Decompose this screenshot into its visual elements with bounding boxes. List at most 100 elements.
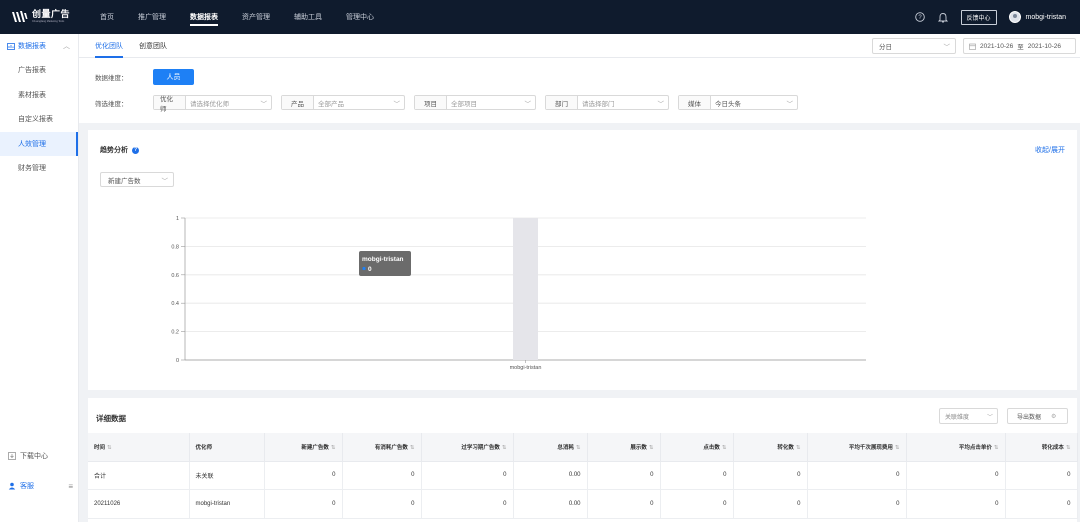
sidebar-item-4[interactable]: 财务管理 xyxy=(0,156,78,181)
column-header[interactable]: 总消耗 ⇅ xyxy=(513,433,588,462)
dimension-person-button[interactable]: 人员 xyxy=(153,69,194,85)
sidebar-item-1[interactable]: 素材报表 xyxy=(0,83,78,108)
column-header[interactable]: 平均点击单价 ⇅ xyxy=(906,433,1006,462)
column-header-label: 总消耗 xyxy=(557,444,574,451)
granularity-select[interactable]: 分日 ﹀ xyxy=(872,38,956,54)
report-icon xyxy=(7,42,15,50)
filter-group-value[interactable]: 请选择部门 ﹀ xyxy=(578,96,668,109)
download-center-link[interactable]: 下载中心 xyxy=(0,451,79,461)
filter-group-label: 部门 xyxy=(546,96,578,109)
filter-group-value[interactable]: 全部产品 ﹀ xyxy=(314,96,404,109)
sidebar-section-title: 数据报表 xyxy=(18,43,46,50)
sidebar-section-header[interactable]: 数据报表 ︿ xyxy=(0,34,78,58)
filter-group-0[interactable]: 优化师 请选择优化师 ﹀ xyxy=(153,95,272,113)
nav-item-5[interactable]: 管理中心 xyxy=(334,0,386,34)
filter-group-label: 媒体 xyxy=(679,96,711,109)
sort-icon[interactable]: ⇅ xyxy=(576,445,581,451)
brand-tagline: Chuangliang Marketing Tools xyxy=(32,20,65,24)
filter-group-value[interactable]: 请选择优化师 ﹀ xyxy=(186,96,271,109)
table-cell: 0 xyxy=(660,461,734,490)
trend-chart: 00.20.40.60.81mobgi-tristanmobgi-tristan… xyxy=(171,216,866,371)
feedback-button[interactable]: 反馈中心 xyxy=(960,9,997,25)
nav-item-3[interactable]: 资产管理 xyxy=(230,0,282,34)
column-header[interactable]: 转化数 ⇅ xyxy=(733,433,808,462)
chevron-up-icon: ︿ xyxy=(63,43,70,50)
detail-panel: 详细数据 关联维度 ﹀ 导出数据 ⚙ 时间 ⇅ 优化师 新建广告数 ⇅ 有消耗广告数 ⇅ 过学习期… xyxy=(88,398,1078,522)
tooltip-value: 0 xyxy=(368,266,372,273)
nav-item-2[interactable]: 数据报表 xyxy=(178,0,230,34)
column-header-label: 平均点击单价 xyxy=(958,444,992,451)
table-cell: mobgi-tristan xyxy=(189,489,265,519)
column-header[interactable]: 点击数 ⇅ xyxy=(660,433,734,462)
sort-icon[interactable]: ⇅ xyxy=(796,445,801,451)
sidebar-item-0[interactable]: 广告报表 xyxy=(0,58,78,83)
column-header-label: 新建广告数 xyxy=(301,444,329,451)
filter-group-4[interactable]: 媒体 今日头条 ﹀ xyxy=(678,95,798,110)
sort-icon[interactable]: ⇅ xyxy=(331,445,336,451)
menu-icon[interactable]: ≡ xyxy=(68,482,73,491)
table-cell: 0 xyxy=(421,489,514,519)
tab-0[interactable]: 优化团队 xyxy=(87,34,131,58)
table-cell: 0 xyxy=(264,489,343,519)
table-cell: 0 xyxy=(660,489,734,519)
column-header[interactable]: 有消耗广告数 ⇅ xyxy=(342,433,422,462)
column-header-label: 过学习期广告数 xyxy=(461,444,500,451)
sort-icon[interactable]: ⇅ xyxy=(994,445,999,451)
brand-logo[interactable]: 创量广告 Chuangliang Marketing Tools xyxy=(0,10,80,24)
filter-group-3[interactable]: 部门 请选择部门 ﹀ xyxy=(545,95,669,110)
column-header-label: 点击数 xyxy=(703,444,720,451)
hover-band xyxy=(513,218,538,360)
assoc-dimension-select[interactable]: 关联维度 ﹀ xyxy=(939,408,998,424)
sort-icon[interactable]: ⇅ xyxy=(410,445,415,451)
column-header-label: 转化数 xyxy=(777,444,794,451)
table-cell: 0.00 xyxy=(513,489,588,519)
column-header[interactable]: 优化师 xyxy=(189,433,265,462)
table-cell: 0 xyxy=(906,461,1006,490)
detail-table: 时间 ⇅ 优化师 新建广告数 ⇅ 有消耗广告数 ⇅ 过学习期广告数 ⇅ 总消耗 ⇅ 展示数 ⇅ 点击数 ⇅ 转… xyxy=(88,433,1078,519)
assoc-dimension-value: 关联维度 xyxy=(945,414,970,421)
nav-item-1[interactable]: 推广管理 xyxy=(126,0,178,34)
sort-icon[interactable]: ⇅ xyxy=(502,445,507,451)
column-header[interactable]: 新建广告数 ⇅ xyxy=(264,433,343,462)
date-range-picker[interactable]: 2021-10-26 至 2021-10-26 xyxy=(963,38,1076,54)
filter-group-value[interactable]: 今日头条 ﹀ xyxy=(711,96,797,109)
nav-item-4[interactable]: 辅助工具 xyxy=(282,0,334,34)
filter-group-2[interactable]: 项目 全部项目 ﹀ xyxy=(414,95,536,110)
sidebar-item-2[interactable]: 自定义报表 xyxy=(0,107,78,132)
table-cell: 0 xyxy=(421,461,514,490)
column-header[interactable]: 展示数 ⇅ xyxy=(587,433,661,462)
sort-icon[interactable]: ⇅ xyxy=(895,445,900,451)
column-header[interactable]: 转化成本 ⇅ xyxy=(1005,433,1078,462)
top-nav: 创量广告 Chuangliang Marketing Tools 首页 推广管理 数据… xyxy=(0,0,1080,34)
nav-item-0[interactable]: 首页 xyxy=(88,0,126,34)
tab-1[interactable]: 创意团队 xyxy=(131,34,175,58)
table-cell: 0 xyxy=(807,489,907,519)
user-menu[interactable]: mobgi-tristan xyxy=(1008,11,1066,23)
filter-panel: 数据维度： 人员 筛选维度： 优化师 请选择优化师 ﹀ 产品 全部产品 ﹀ 项目 全部项目 ﹀ 部… xyxy=(79,58,1080,123)
sort-icon[interactable]: ⇅ xyxy=(649,445,654,451)
trend-panel: 趋势分析? 收起/展开 新建广告数 ﹀ 0 0.2 0.4 0.6 0.8 1 mobgi-t… xyxy=(88,130,1077,390)
sort-icon[interactable]: ⇅ xyxy=(107,445,112,451)
filter-group-value[interactable]: 全部项目 ﹀ xyxy=(447,96,535,109)
help-icon[interactable]: ? xyxy=(915,12,926,23)
bell-icon[interactable] xyxy=(938,12,949,23)
customer-service-link[interactable]: 客服 ≡ xyxy=(0,481,79,491)
table-cell: 未关联 xyxy=(189,461,265,490)
filter-group-1[interactable]: 产品 全部产品 ﹀ xyxy=(281,95,405,110)
tooltip-marker xyxy=(362,266,366,271)
column-header[interactable]: 时间 ⇅ xyxy=(88,433,190,462)
download-icon xyxy=(8,452,16,460)
sort-icon[interactable]: ⇅ xyxy=(722,445,727,451)
filter-group-label: 项目 xyxy=(415,96,447,109)
sidebar-item-3[interactable]: 人效管理 xyxy=(0,131,78,156)
y-tick-label: 0.6 xyxy=(171,273,179,279)
y-tick-label: 1 xyxy=(176,216,179,222)
export-button[interactable]: 导出数据 ⚙ xyxy=(1007,408,1068,424)
column-header[interactable]: 平均千次展现费用 ⇅ xyxy=(807,433,907,462)
sort-icon[interactable]: ⇅ xyxy=(1066,445,1071,451)
brand-name: 创量广告 xyxy=(32,9,71,20)
table-cell: 0 xyxy=(587,489,661,519)
column-header[interactable]: 过学习期广告数 ⇅ xyxy=(421,433,514,462)
filter-group-value-text: 请选择部门 xyxy=(582,100,615,108)
column-header-label: 时间 xyxy=(94,444,106,451)
